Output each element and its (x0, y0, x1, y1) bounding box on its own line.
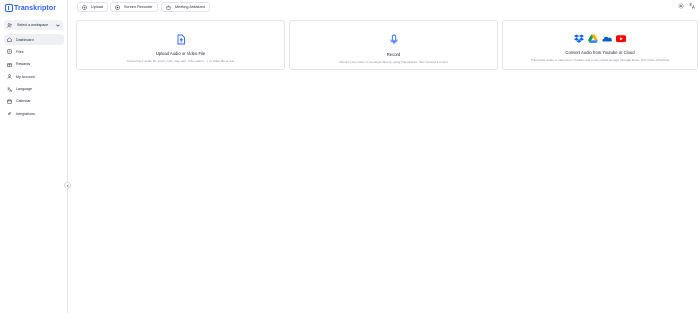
top-toolbar: Upload Screen Recorder Meeting Assistant (68, 0, 700, 15)
sidebar: Transkriptor Select a workspace Dashboar… (0, 0, 68, 313)
sidebar-item-files[interactable]: Files (4, 46, 64, 57)
sidebar-item-my-account[interactable]: My Account (4, 71, 64, 82)
translate-icon[interactable] (689, 3, 695, 9)
sidebar-item-language[interactable]: Language (4, 84, 64, 95)
upload-card-description: Convert any audio file (mp3, mp4, wav, a… (126, 59, 235, 63)
language-icon (7, 87, 12, 92)
gear-icon[interactable] (678, 3, 684, 9)
record-card-title: Record (386, 52, 401, 57)
cloud-import-card[interactable]: Convert Audio from Youtube or Cloud Tran… (502, 20, 698, 70)
users-icon (7, 22, 12, 28)
bot-icon (166, 5, 171, 9)
cloud-provider-icons (503, 34, 697, 43)
sidebar-item-label: Integrations (16, 111, 35, 116)
gift-icon (7, 63, 12, 67)
sidebar-item-integrations[interactable]: Integrations (4, 108, 64, 119)
record-card[interactable]: Record Record your voice or meetings dir… (289, 20, 498, 70)
workspace-selector[interactable]: Select a workspace (4, 20, 63, 30)
sidebar-item-label: Calendar (16, 99, 31, 104)
screen-recorder-label: Screen Recorder (124, 5, 153, 9)
logo-text: Transkriptor (14, 4, 57, 12)
sidebar-item-calendar[interactable]: Calendar (4, 96, 64, 107)
sidebar-item-label: Rewards (16, 62, 31, 67)
logo-icon (5, 4, 13, 12)
upload-file-card[interactable]: Upload Audio or Video File Convert any a… (76, 20, 285, 70)
sidebar-collapse-button[interactable] (64, 182, 71, 189)
sidebar-item-rewards[interactable]: Rewards (4, 59, 64, 70)
meeting-assistant-button[interactable]: Meeting Assistant (161, 2, 210, 12)
app-logo[interactable]: Transkriptor (5, 3, 56, 13)
record-card-description: Record your voice or meetings directly u… (339, 60, 448, 64)
microphone-icon (390, 34, 398, 45)
record-icon (115, 4, 120, 10)
cloud-card-description: Transcribe audio or video from Youtube l… (530, 58, 670, 62)
workspace-label: Select a workspace (17, 23, 49, 27)
upload-card-title: Upload Audio or Video File (155, 51, 206, 56)
sidebar-item-label: Language (16, 87, 32, 92)
chevron-down-icon (56, 24, 60, 27)
calendar-icon (7, 99, 12, 104)
home-icon (7, 37, 12, 42)
sidebar-item-label: Files (16, 49, 24, 54)
screen-recorder-button[interactable]: Screen Recorder (110, 2, 158, 12)
onedrive-icon (602, 36, 612, 42)
sidebar-item-label: Dashboard (16, 37, 34, 42)
chevron-left-icon (66, 183, 69, 188)
plug-icon (7, 112, 12, 116)
user-icon (7, 74, 12, 79)
google-drive-icon (588, 34, 598, 43)
sidebar-item-dashboard[interactable]: Dashboard (4, 34, 64, 45)
upload-label: Upload (91, 5, 104, 9)
file-upload-icon (177, 34, 185, 45)
youtube-icon (616, 35, 626, 43)
meeting-assistant-label: Meeting Assistant (175, 5, 205, 9)
plus-circle-icon (82, 4, 87, 10)
cloud-card-title: Convert Audio from Youtube or Cloud (565, 50, 635, 55)
upload-button[interactable]: Upload (77, 2, 109, 12)
dropbox-icon (574, 34, 584, 43)
sidebar-item-label: My Account (16, 74, 35, 79)
sidebar-nav: Dashboard Files Rewards My Account Langu… (4, 34, 64, 121)
file-icon (7, 49, 12, 55)
